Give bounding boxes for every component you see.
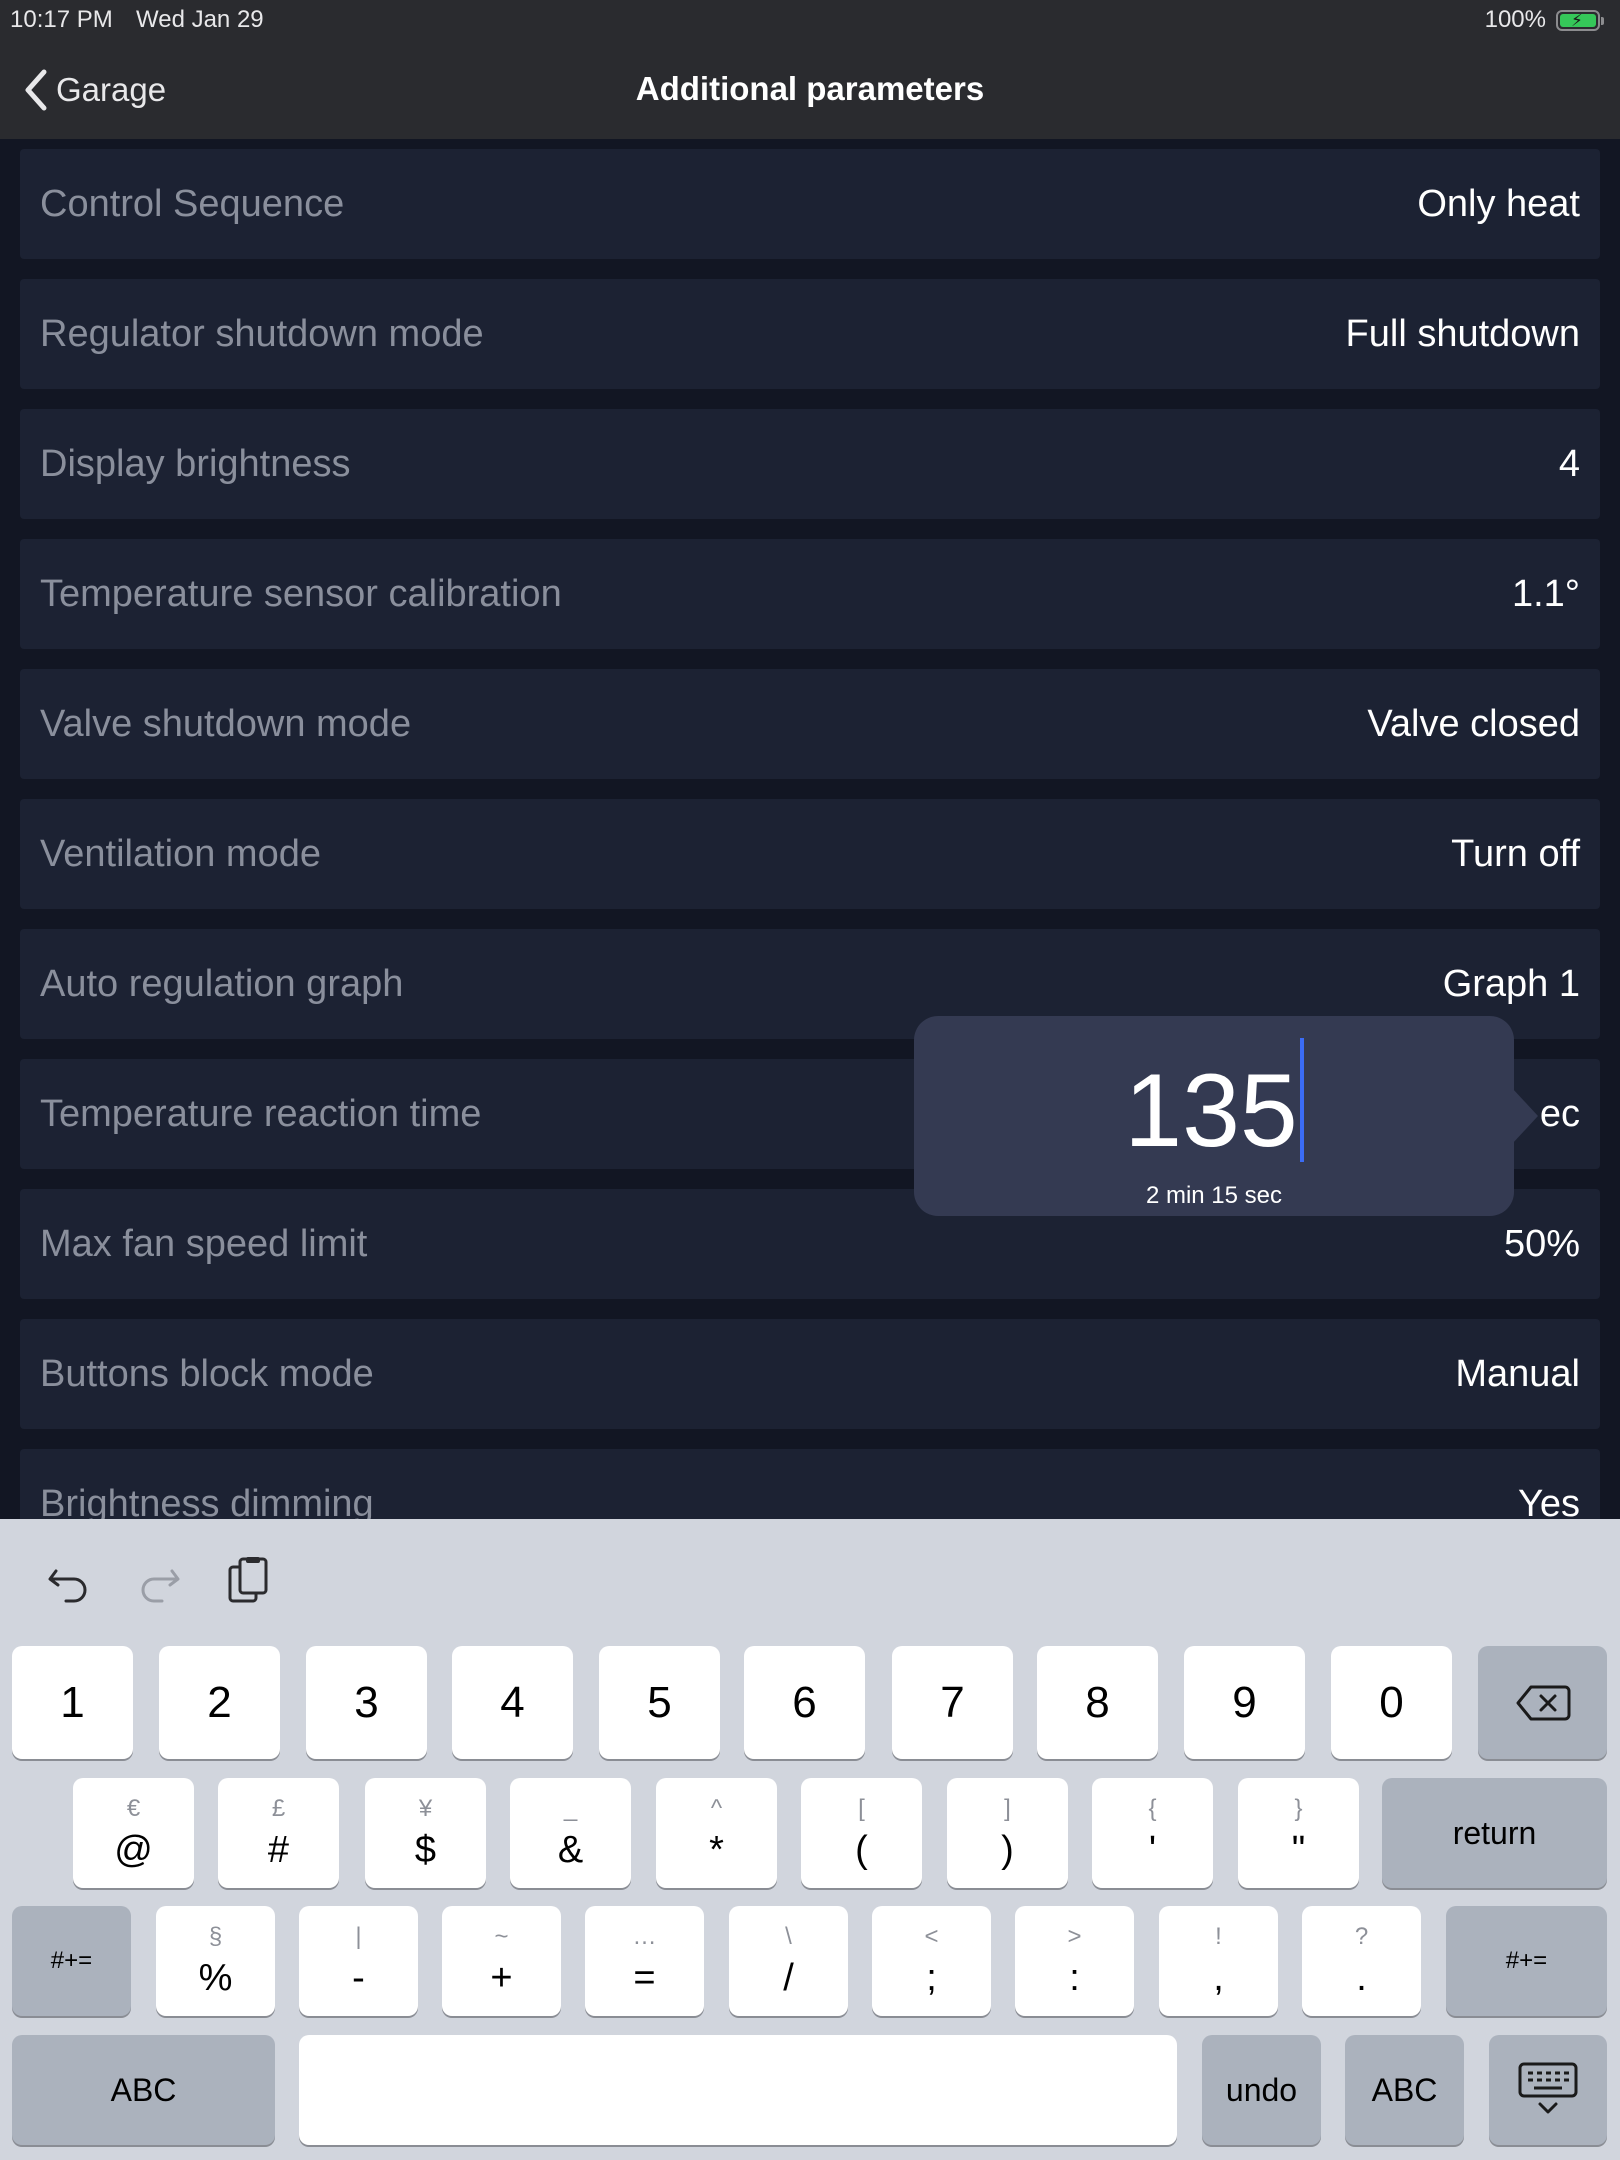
row-value: ec — [1539, 1092, 1580, 1135]
key-9[interactable]: 9 — [1184, 1646, 1305, 1759]
row-display-brightness[interactable]: Display brightness 4 — [20, 409, 1600, 519]
row-value: Valve closed — [1367, 702, 1580, 745]
header: 10:17 PM Wed Jan 29 100% ⚡ Garage Additi… — [0, 0, 1620, 139]
value-text: 135 — [1124, 1053, 1298, 1169]
key-quote[interactable]: } " — [1238, 1778, 1359, 1888]
key-percent[interactable]: §% — [156, 1906, 275, 2016]
key-0[interactable]: 0 — [1331, 1646, 1452, 1759]
key-4[interactable]: 4 — [452, 1646, 573, 1759]
row-valve-shutdown-mode[interactable]: Valve shutdown mode Valve closed — [20, 669, 1600, 779]
key-semicolon[interactable]: <; — [872, 1906, 991, 2016]
row-label: Temperature reaction time — [40, 1092, 482, 1135]
undo-icon[interactable] — [42, 1553, 96, 1607]
key-apostrophe[interactable]: {' — [1092, 1778, 1213, 1888]
key-5[interactable]: 5 — [599, 1646, 720, 1759]
key-6[interactable]: 6 — [744, 1646, 865, 1759]
key-slash[interactable]: \ / — [729, 1906, 848, 2016]
row-value: Turn off — [1451, 832, 1580, 875]
row-value: Only heat — [1417, 182, 1580, 225]
row-value: Full shutdown — [1345, 312, 1580, 355]
row-ventilation-mode[interactable]: Ventilation mode Turn off — [20, 799, 1600, 909]
key-asterisk[interactable]: ^ * — [656, 1778, 777, 1888]
row-label: Brightness dimming — [40, 1482, 374, 1520]
value-editor-popover: 135 2 min 15 sec — [914, 1016, 1514, 1216]
undo-key[interactable]: undo — [1202, 2035, 1321, 2145]
keyboard-dismiss-icon — [1518, 2062, 1578, 2114]
row-label: Ventilation mode — [40, 832, 321, 875]
row-value: 4 — [1558, 442, 1580, 485]
status-date: Wed Jan 29 — [136, 6, 264, 33]
row-value: Graph 1 — [1442, 962, 1580, 1005]
paste-icon[interactable] — [222, 1553, 276, 1607]
key-dollar[interactable]: ¥ $ — [365, 1778, 486, 1888]
row-value: 1.1° — [1511, 572, 1580, 615]
row-control-sequence[interactable]: Control Sequence Only heat — [20, 149, 1600, 259]
key-3[interactable]: 3 — [306, 1646, 427, 1759]
space-key[interactable] — [299, 2035, 1177, 2145]
keyboard: 1 2 3 4 5 6 7 8 9 0 € @ £ # ¥ $ _ & ^ * [( ])… — [0, 1519, 1620, 2160]
key-hash[interactable]: £ # — [218, 1778, 339, 1888]
key-period[interactable]: ?. — [1302, 1906, 1421, 2016]
row-value: 50% — [1503, 1222, 1580, 1265]
key-hyphen[interactable]: | - — [299, 1906, 418, 2016]
battery-percent: 100% — [1484, 6, 1546, 33]
abc-key-right[interactable]: ABC — [1345, 2035, 1464, 2145]
row-label: Control Sequence — [40, 182, 345, 225]
redo-icon[interactable] — [132, 1553, 186, 1607]
row-label: Display brightness — [40, 442, 351, 485]
key-ampersand[interactable]: _ & — [510, 1778, 631, 1888]
battery-icon: ⚡ — [1556, 10, 1604, 31]
settings-list: Control Sequence Only heat Regulator shu… — [0, 139, 1620, 1519]
key-close-paren[interactable]: ]) — [947, 1778, 1068, 1888]
key-comma[interactable]: !, — [1159, 1906, 1278, 2016]
key-plus[interactable]: ~ + — [442, 1906, 561, 2016]
row-value: Manual — [1455, 1352, 1580, 1395]
key-equals[interactable]: … = — [585, 1906, 704, 2016]
abc-key-left[interactable]: ABC — [12, 2035, 275, 2145]
row-label: Buttons block mode — [40, 1352, 374, 1395]
delete-icon — [1516, 1685, 1570, 1720]
page-title: Additional parameters — [635, 70, 985, 107]
return-key[interactable]: return — [1382, 1778, 1607, 1888]
shift-symbols-key-left[interactable]: #+= — [12, 1906, 131, 2016]
text-cursor — [1299, 1038, 1304, 1162]
value-input[interactable]: 135 — [914, 1038, 1514, 1174]
row-value: Yes — [1518, 1482, 1580, 1520]
key-7[interactable]: 7 — [892, 1646, 1013, 1759]
key-open-paren[interactable]: [( — [801, 1778, 922, 1888]
shift-symbols-key-right[interactable]: #+= — [1446, 1906, 1607, 2016]
popover-arrow — [1512, 1088, 1538, 1144]
row-buttons-block-mode[interactable]: Buttons block mode Manual — [20, 1319, 1600, 1429]
row-label: Valve shutdown mode — [40, 702, 412, 745]
row-label: Max fan speed limit — [40, 1222, 368, 1265]
key-at[interactable]: € @ — [73, 1778, 194, 1888]
row-regulator-shutdown-mode[interactable]: Regulator shutdown mode Full shutdown — [20, 279, 1600, 389]
key-2[interactable]: 2 — [159, 1646, 280, 1759]
delete-key[interactable] — [1478, 1646, 1607, 1759]
row-brightness-dimming[interactable]: Brightness dimming Yes — [20, 1449, 1600, 1519]
row-label: Auto regulation graph — [40, 962, 404, 1005]
value-subtitle: 2 min 15 sec — [1145, 1182, 1283, 1209]
dismiss-keyboard-key[interactable] — [1489, 2035, 1607, 2145]
key-colon[interactable]: >: — [1015, 1906, 1134, 2016]
row-temperature-sensor-calibration[interactable]: Temperature sensor calibration 1.1° — [20, 539, 1600, 649]
row-label: Temperature sensor calibration — [40, 572, 562, 615]
status-time: 10:17 PM — [10, 6, 113, 33]
row-label: Regulator shutdown mode — [40, 312, 484, 355]
key-8[interactable]: 8 — [1037, 1646, 1158, 1759]
key-1[interactable]: 1 — [12, 1646, 133, 1759]
